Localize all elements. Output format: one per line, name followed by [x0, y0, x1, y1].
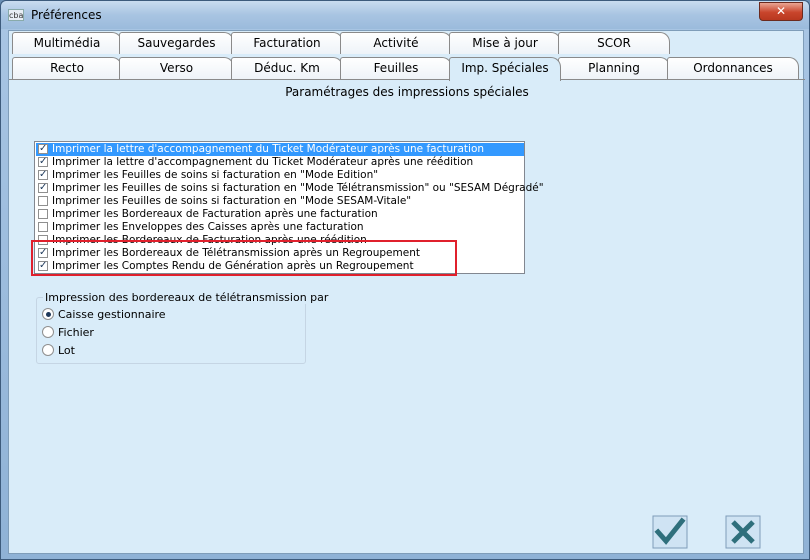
list-item[interactable]: Imprimer la lettre d'accompagnement du T…: [36, 142, 524, 156]
radio-caisse-gestionnaire[interactable]: Caisse gestionnaire: [42, 308, 166, 324]
checkbox[interactable]: [38, 155, 48, 168]
checkbox[interactable]: [38, 181, 48, 194]
app-icon: cba: [8, 9, 24, 21]
tab-feuilles[interactable]: Feuilles: [340, 57, 452, 79]
tab-multimedia[interactable]: Multimédia: [12, 32, 122, 54]
checkbox[interactable]: [38, 142, 48, 155]
ok-button[interactable]: [652, 515, 688, 549]
tab-deduc-km[interactable]: Déduc. Km: [231, 57, 343, 79]
window-title: Préférences: [31, 8, 102, 22]
checkbox[interactable]: [38, 168, 48, 181]
cancel-button[interactable]: [725, 515, 761, 549]
list-item[interactable]: Imprimer les Bordereaux de Facturation a…: [36, 208, 524, 221]
tab-row-2: Recto Verso Déduc. Km Feuilles Imp. Spéc…: [9, 57, 805, 81]
section-title: Paramétrages des impressions spéciales: [285, 85, 529, 99]
tab-facturation[interactable]: Facturation: [231, 32, 343, 54]
tab-mise-a-jour[interactable]: Mise à jour: [449, 32, 561, 54]
radio-lot[interactable]: Lot: [42, 344, 75, 360]
list-item[interactable]: Imprimer les Feuilles de soins si factur…: [36, 181, 544, 195]
checkbox[interactable]: [38, 209, 48, 219]
tab-recto[interactable]: Recto: [12, 57, 122, 79]
red-highlight-box: [31, 240, 457, 276]
list-item[interactable]: Imprimer les Feuilles de soins si factur…: [36, 195, 524, 208]
list-item[interactable]: Imprimer les Feuilles de soins si factur…: [36, 168, 524, 182]
x-cross-icon: [725, 515, 761, 549]
groupbox-title: Impression des bordereaux de télétransmi…: [43, 291, 331, 304]
tab-divider: [9, 79, 805, 80]
tab-planning[interactable]: Planning: [558, 57, 670, 79]
tab-row-1: Multimédia Sauvegardes Facturation Activ…: [9, 32, 805, 54]
close-button[interactable]: ✕: [759, 2, 803, 21]
preferences-window: cba Préférences ✕ Multimédia Sauvegardes…: [0, 0, 810, 560]
list-item[interactable]: Imprimer la lettre d'accompagnement du T…: [36, 155, 524, 169]
radio-button[interactable]: [42, 308, 54, 320]
radio-fichier[interactable]: Fichier: [42, 326, 94, 342]
tab-sauvegardes[interactable]: Sauvegardes: [119, 32, 234, 54]
checkbox[interactable]: [38, 222, 48, 232]
tab-verso[interactable]: Verso: [119, 57, 234, 79]
tab-ordonnances[interactable]: Ordonnances: [667, 57, 799, 79]
radio-button[interactable]: [42, 326, 54, 338]
checkbox[interactable]: [38, 196, 48, 206]
dialog-client-area: Multimédia Sauvegardes Facturation Activ…: [8, 30, 805, 554]
tab-scor[interactable]: SCOR: [558, 32, 670, 54]
radio-button[interactable]: [42, 344, 54, 356]
title-bar[interactable]: cba Préférences ✕: [1, 1, 809, 29]
tab-imp-speciales[interactable]: Imp. Spéciales: [449, 57, 561, 81]
list-item[interactable]: Imprimer les Enveloppes des Caisses aprè…: [36, 221, 524, 234]
tab-activite[interactable]: Activité: [340, 32, 452, 54]
checkmark-icon: [652, 515, 688, 549]
